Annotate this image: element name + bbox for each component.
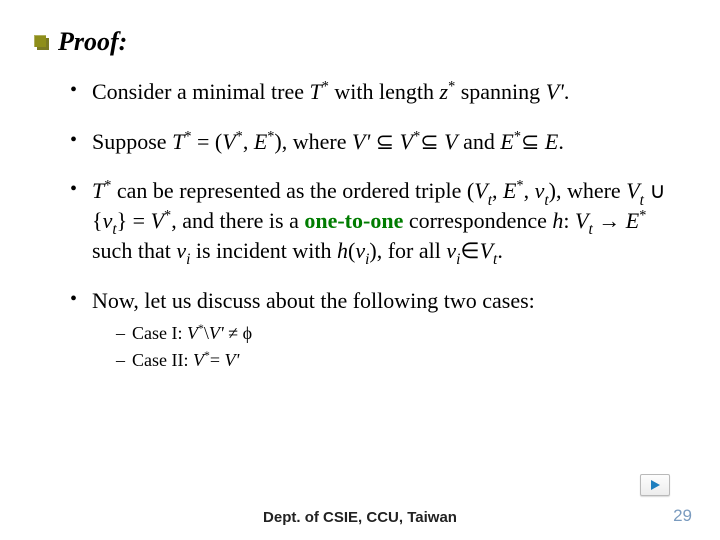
sub-list-item: Case I: V*\V' ≠ ϕ xyxy=(116,321,680,345)
list-item-text: Consider a minimal tree T* with length z… xyxy=(92,79,569,104)
next-slide-button[interactable] xyxy=(640,474,670,496)
list-item: T* can be represented as the ordered tri… xyxy=(70,176,680,265)
list-item: Now, let us discuss about the following … xyxy=(70,286,680,372)
list-item-text: Suppose T* = (V*, E*), where V' ⊆ V*⊆ V … xyxy=(92,129,564,154)
list-item-text: Now, let us discuss about the following … xyxy=(92,288,535,313)
main-list: Consider a minimal tree T* with length z… xyxy=(40,77,680,372)
sub-list-item: Case II: V*= V' xyxy=(116,348,680,372)
proof-title: Proof: xyxy=(58,24,127,59)
list-item: Consider a minimal tree T* with length z… xyxy=(70,77,680,107)
sub-list: Case I: V*\V' ≠ ϕ Case II: V*= V' xyxy=(92,321,680,372)
title-row: Proof: xyxy=(34,24,680,59)
list-item-text: T* can be represented as the ordered tri… xyxy=(92,178,666,262)
footer-text: Dept. of CSIE, CCU, Taiwan xyxy=(0,508,720,528)
play-icon xyxy=(649,479,661,491)
list-item: Suppose T* = (V*, E*), where V' ⊆ V*⊆ V … xyxy=(70,127,680,157)
page-number: 29 xyxy=(673,505,692,528)
title-bullet-icon xyxy=(34,35,48,49)
